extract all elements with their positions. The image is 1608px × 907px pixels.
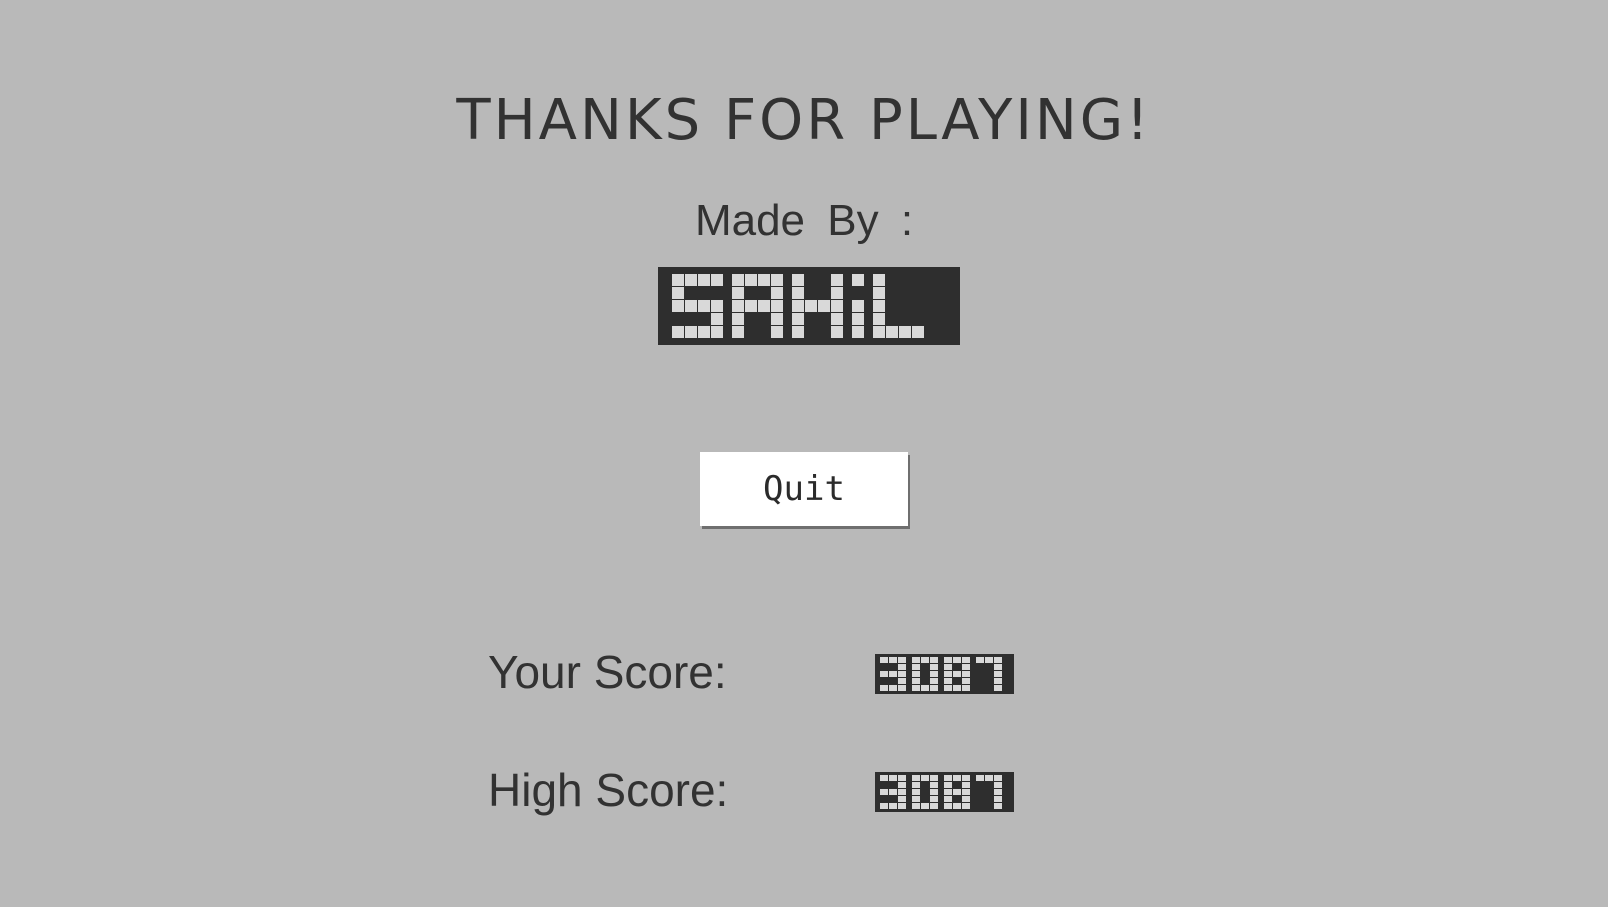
quit-button[interactable]: Quit bbox=[700, 452, 908, 526]
high-score-glyph-0 bbox=[880, 775, 906, 809]
made-by-label: Made By : bbox=[694, 196, 914, 245]
thanks-title: THANKS FOR PLAYING! bbox=[456, 88, 1152, 153]
high-score-glyph-2 bbox=[944, 775, 970, 809]
your-score-glyph-0 bbox=[880, 657, 906, 691]
author-logo bbox=[658, 267, 960, 345]
author-logo-glyph-3 bbox=[852, 274, 864, 338]
high-score-label: High Score: bbox=[488, 764, 729, 816]
your-score-label: Your Score: bbox=[488, 646, 727, 698]
game-over-screen: THANKS FOR PLAYING! Made By : Quit Your … bbox=[0, 0, 1608, 907]
your-score-glyph-2 bbox=[944, 657, 970, 691]
high-score-value bbox=[875, 772, 1014, 812]
your-score-value bbox=[875, 654, 1014, 694]
